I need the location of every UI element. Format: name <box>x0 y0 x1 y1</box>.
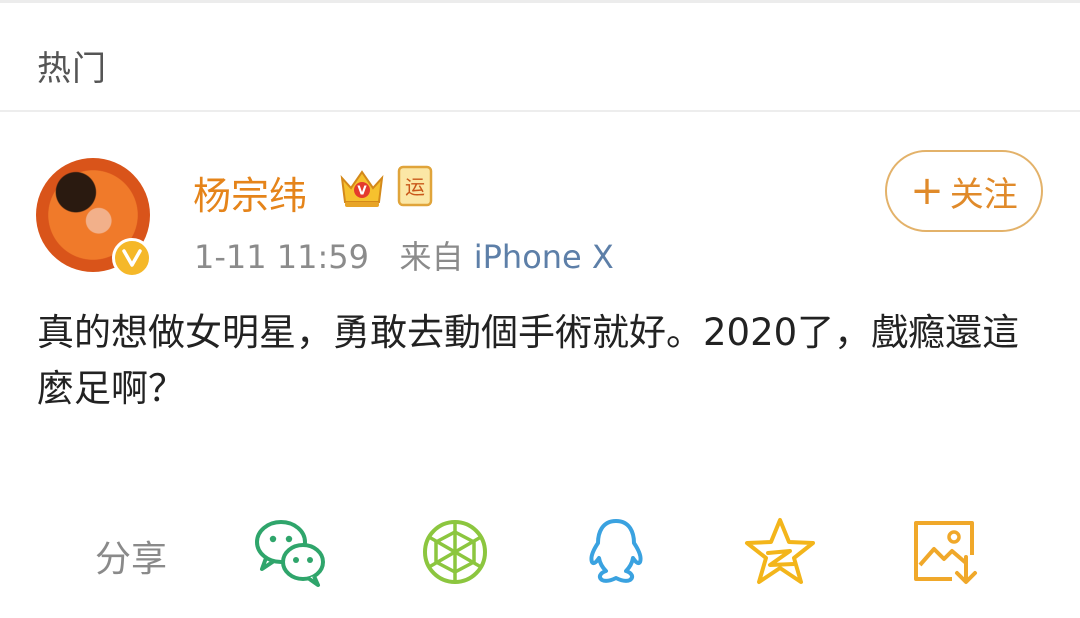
qzone-icon[interactable] <box>742 515 818 589</box>
plus-icon: + <box>910 168 944 214</box>
save-image-icon[interactable] <box>908 515 984 589</box>
post-source[interactable]: iPhone X <box>474 238 614 276</box>
avatar[interactable] <box>36 158 152 278</box>
verified-badge-icon <box>112 238 152 278</box>
vip-crown-icon[interactable]: V <box>338 166 386 210</box>
source-prefix: 来自 <box>399 238 464 276</box>
username[interactable]: 杨宗纬 <box>193 165 307 220</box>
svg-text:V: V <box>357 184 367 198</box>
post-text: 真的想做女明星，勇敢去動個手術就好。2020了，戲瘾還這麼足啊？ <box>37 311 1020 410</box>
qq-icon[interactable] <box>578 515 654 589</box>
follow-label: 关注 <box>949 174 1018 215</box>
badge-text: 运 <box>405 175 425 199</box>
follow-button[interactable]: + 关注 <box>885 150 1043 232</box>
badge-icon[interactable]: 运 <box>397 165 433 207</box>
share-label: 分享 <box>95 539 168 580</box>
post-time: 1-11 11:59 <box>194 238 370 276</box>
page-title: 热门 <box>37 49 107 89</box>
page-header: 热门 <box>0 3 1080 112</box>
wechat-icon[interactable] <box>252 515 328 589</box>
post-meta: 1-11 11:59 来自 iPhone X <box>194 232 614 278</box>
moments-icon[interactable] <box>417 515 493 589</box>
